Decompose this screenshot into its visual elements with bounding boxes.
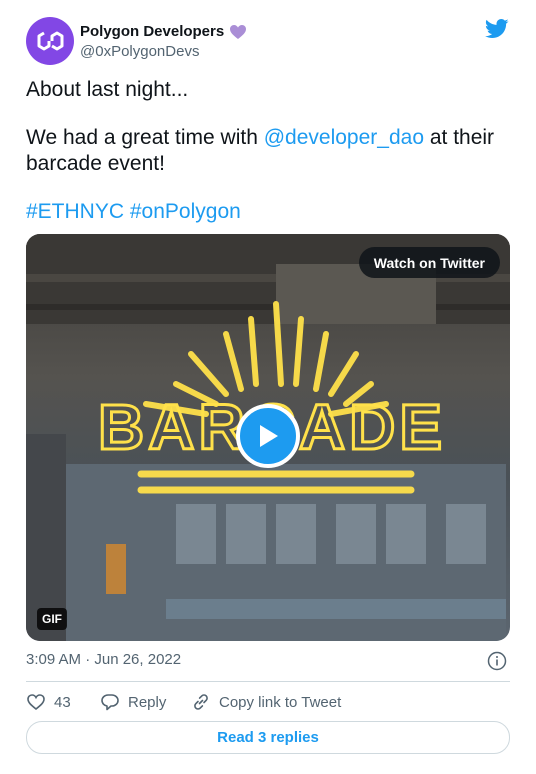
gif-media[interactable]: BARCADE Watch on Twitter GIF — [26, 234, 510, 641]
copy-link-label: Copy link to Tweet — [219, 693, 342, 711]
play-icon — [260, 425, 278, 447]
tweet-line-1: About last night... — [26, 78, 189, 101]
read-replies-button[interactable]: Read 3 replies — [26, 721, 510, 754]
like-count: 43 — [54, 693, 71, 711]
tweet-text-segment: We had a great time with — [26, 126, 264, 149]
copy-link-button[interactable]: Copy link to Tweet — [191, 692, 341, 712]
author-name-row[interactable]: Polygon Developers — [80, 23, 247, 40]
tweet-card: Polygon Developers @0xPolygonDevs About … — [0, 0, 536, 774]
play-button[interactable] — [236, 404, 300, 468]
author-handle[interactable]: @0xPolygonDevs — [80, 43, 199, 60]
watch-on-twitter-button[interactable]: Watch on Twitter — [358, 247, 500, 278]
tweet-line-2: We had a great time with @developer_dao … — [26, 125, 506, 177]
info-icon[interactable] — [487, 651, 507, 671]
divider — [26, 681, 510, 682]
mention-link[interactable]: @developer_dao — [264, 126, 424, 149]
tweet-hashtags: #ETHNYC #onPolygon — [26, 199, 506, 225]
gif-badge: GIF — [37, 608, 67, 630]
hashtag-link[interactable]: #onPolygon — [130, 200, 241, 223]
twitter-bird-icon[interactable] — [484, 19, 509, 39]
like-button[interactable]: 43 — [26, 692, 100, 712]
tweet-timestamp[interactable]: 3:09 AM · Jun 26, 2022 — [26, 651, 181, 668]
tweet-text: About last night... We had a great time … — [26, 77, 506, 225]
purple-heart-icon — [229, 24, 247, 40]
avatar[interactable] — [26, 17, 74, 65]
polygon-logo-icon — [37, 31, 64, 51]
reply-label: Reply — [128, 693, 167, 711]
tweet-actions: 43 Reply Copy link to Tweet — [26, 690, 341, 714]
reply-bubble-icon — [101, 694, 119, 711]
link-icon — [194, 694, 208, 710]
heart-outline-icon — [27, 694, 45, 711]
author-display-name[interactable]: Polygon Developers — [80, 23, 224, 40]
reply-button[interactable]: Reply — [100, 692, 191, 712]
hashtag-link[interactable]: #ETHNYC — [26, 200, 124, 223]
